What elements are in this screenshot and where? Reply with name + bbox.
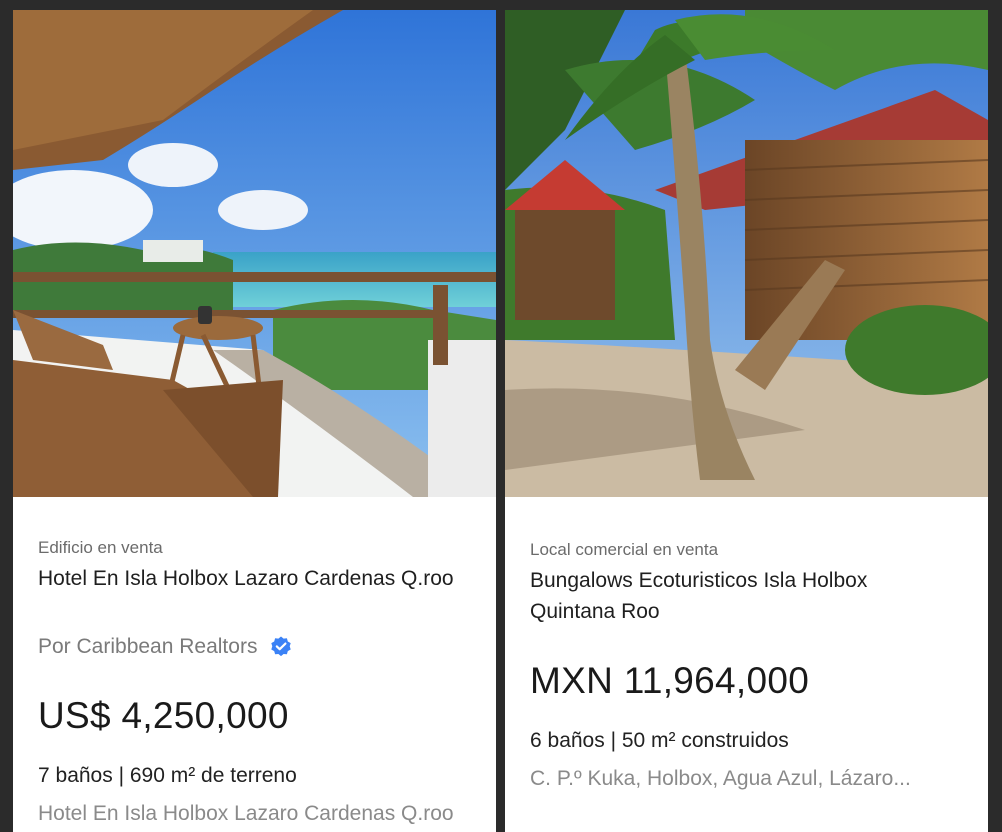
features: 6 baños | 50 m² construidos — [530, 729, 789, 752]
price: US$ 4,250,000 — [38, 695, 289, 736]
publisher[interactable]: Por Caribbean Realtors — [38, 635, 293, 659]
beach-terrace-illustration — [13, 10, 496, 497]
features: 7 baños | 690 m² de terreno — [38, 764, 297, 787]
property-title[interactable]: Hotel En Isla Holbox Lazaro Cardenas Q.r… — [38, 563, 458, 594]
publisher-name: Por Caribbean Realtors — [38, 635, 258, 658]
listing-card-hotel[interactable]: Edificio en venta Hotel En Isla Holbox L… — [13, 10, 496, 832]
listing-photo-beach-terrace[interactable] — [13, 10, 496, 497]
bungalow-illustration — [505, 10, 988, 497]
address: C. P.º Kuka, Holbox, Agua Azul, Lázaro..… — [530, 767, 911, 790]
verified-badge-icon — [271, 636, 292, 657]
property-type: Edificio en venta — [38, 538, 163, 557]
price: MXN 11,964,000 — [530, 660, 810, 701]
property-title[interactable]: Bungalows Ecoturisticos Isla Holbox Quin… — [530, 565, 950, 627]
listing-photo-wooden-bungalow[interactable] — [505, 10, 988, 497]
listing-card-bungalows[interactable]: Local comercial en venta Bungalows Ecotu… — [505, 10, 988, 832]
address: Hotel En Isla Holbox Lazaro Cardenas Q.r… — [38, 802, 454, 825]
property-type: Local comercial en venta — [530, 540, 719, 559]
